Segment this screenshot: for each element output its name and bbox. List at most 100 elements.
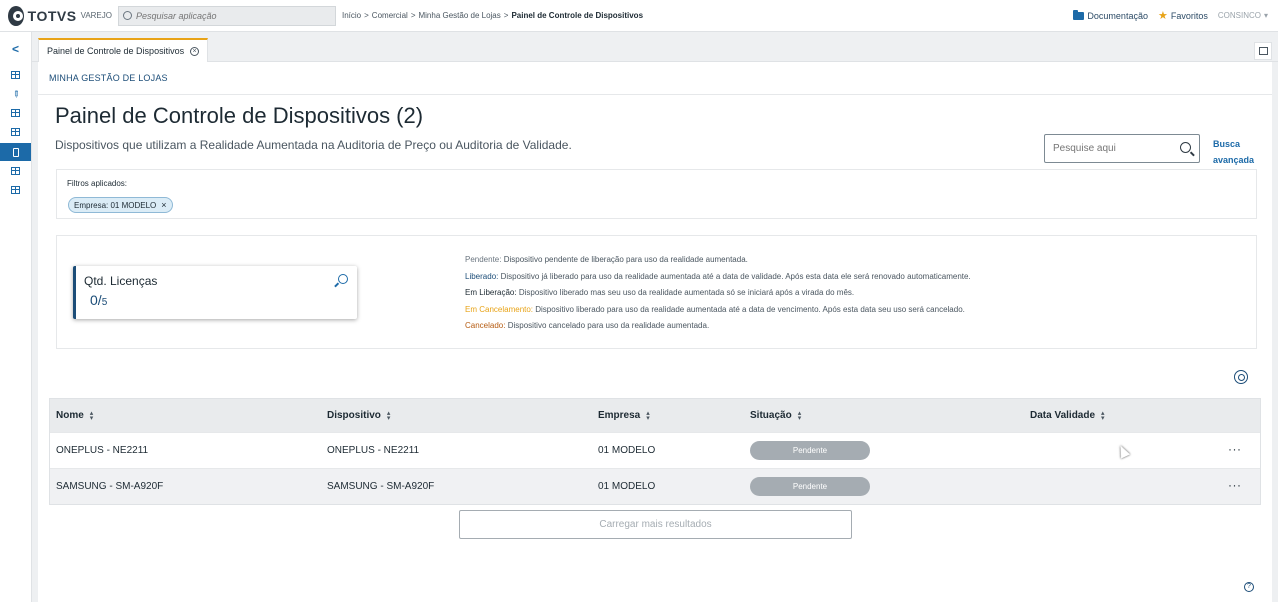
breadcrumb-sep: > [410,11,416,20]
license-total: 5 [101,297,108,308]
folder-icon [1073,9,1085,20]
table-icon [11,128,20,136]
legend-text: Dispositivo pendente de liberação para u… [501,255,748,264]
sidebar-item-4[interactable] [0,162,31,180]
table-header: Nome ▴ ▾ Dispositivo ▴ ▾ Empresa ▴ ▾ Situação ▴… [50,399,1260,432]
column-header-dispositivo[interactable]: Dispositivo ▴ ▾ [327,409,391,422]
row-actions-button[interactable]: ··· [1228,442,1242,456]
column-header-nome[interactable]: Nome ▴ ▾ [56,409,94,422]
section-title: MINHA GESTÃO DE LOJAS [49,73,168,83]
app-search[interactable] [118,5,336,26]
cell-empresa: 01 MODELO [598,481,656,492]
filters-label: Filtros aplicados: [67,179,128,188]
load-more-button[interactable]: Carregar mais resultados [459,510,852,539]
sidebar-item-5[interactable] [0,181,31,199]
legend-text: Dispositivo já liberado para uso da real… [498,271,971,281]
app-search-input[interactable] [136,10,326,21]
sidebar-item-3[interactable] [0,123,31,141]
column-header-empresa[interactable]: Empresa ▴ ▾ [598,410,650,422]
scrollbar[interactable] [1272,62,1278,602]
status-badge: Pendente [750,441,870,460]
table-row[interactable]: SAMSUNG - SM-A920F SAMSUNG - SM-A920F 01… [50,468,1260,504]
chevron-down-icon: ▾ [1263,11,1268,20]
divider [38,94,1272,95]
top-right-links: Documentação ★ Favoritos CONSINCO ▾ [1063,9,1268,22]
page-subtitle: Dispositivos que utilizam a Realidade Au… [55,138,572,152]
column-label: Empresa [598,410,641,421]
license-title: Qtd. Licenças [84,274,158,288]
tab-painel-dispositivos[interactable]: Painel de Controle de Dispositivos × [38,38,209,62]
tenant-selector[interactable]: CONSINCO ▾ [1218,11,1268,20]
table-icon [11,71,20,79]
sidebar-item-1[interactable] [0,66,31,84]
brand-logo[interactable]: TOTVS VAREJO [8,5,112,26]
totvs-logo-icon [8,5,24,26]
legend-text: Dispositivo cancelado para uso da realid… [505,321,710,330]
sort-icon: ▴ ▾ [386,409,391,422]
breadcrumb-item-comercial[interactable]: Comercial [372,11,408,20]
breadcrumb: Início > Comercial > Minha Gestão de Loj… [342,11,643,20]
pin-icon: ✎ [9,87,23,100]
status-badge: Pendente [750,477,870,496]
sort-icon: ▴ ▾ [797,409,802,422]
sidebar-item-pin[interactable]: ✎ [0,85,31,103]
tab-menu-button[interactable] [1254,42,1272,60]
sort-icon: ▴ ▾ [89,409,94,422]
legend-text: Dispositivo liberado mas seu uso da real… [516,288,855,297]
search-field[interactable] [1044,134,1200,163]
cell-nome: ONEPLUS - NE2211 [56,445,149,456]
help-icon[interactable]: ? [1244,582,1254,592]
search-input[interactable] [1053,143,1173,154]
brand-sub: VAREJO [80,11,112,20]
advanced-search-link[interactable]: Busca avançada [1213,136,1254,168]
legend-key: Em Liberação: [465,288,517,297]
filter-chip-empresa: Empresa: 01 MODELO × [68,197,173,213]
column-label: Situação [750,410,792,421]
sort-icon: ▴ ▾ [1101,409,1105,422]
legend-key: Liberado: [465,271,499,281]
filter-chip-label: Empresa: 01 MODELO [74,200,157,210]
brand-name: TOTVS [27,7,77,24]
search-icon [123,11,132,20]
search-icon[interactable] [1180,142,1191,153]
table-row[interactable]: ONEPLUS - NE2211 ONEPLUS - NE2211 01 MOD… [50,432,1260,468]
cell-nome: SAMSUNG - SM-A920F [56,481,164,492]
column-header-data-validade[interactable]: Data Validade ▴ ▾ [1030,409,1105,422]
sidebar-item-devices[interactable] [0,143,31,161]
page-title: Painel de Controle de Dispositivos (2) [55,103,424,128]
chevron-left-icon: < [11,42,19,56]
sidebar-item-2[interactable] [0,104,31,122]
legend-item: Cancelado: Dispositivo cancelado para us… [465,318,971,335]
breadcrumb-item-gestao[interactable]: Minha Gestão de Lojas [418,11,500,20]
documentation-link[interactable]: Documentação [1073,9,1148,21]
table-icon [11,167,20,175]
applied-filters: Filtros aplicados: Empresa: 01 MODELO × [56,169,1257,219]
advanced-search-line2: avançada [1213,155,1255,165]
legend-key: Pendente: [465,255,502,264]
legend-item: Em Cancelamento: Dispositivo liberado pa… [465,302,971,319]
legend-text: Dispositivo liberado para uso da realida… [533,304,965,314]
tab-label: Painel de Controle de Dispositivos [47,46,185,56]
gear-icon[interactable] [1234,370,1248,384]
close-icon[interactable]: × [190,46,200,56]
search-icon[interactable] [338,274,348,284]
license-used: 0/ [90,292,102,308]
column-header-situacao[interactable]: Situação ▴ ▾ [750,409,802,422]
table-icon [11,109,20,117]
table-icon [11,186,20,194]
cell-empresa: 01 MODELO [598,445,656,456]
breadcrumb-item-inicio[interactable]: Início [342,11,361,20]
breadcrumb-sep: > [364,11,369,20]
legend-item: Pendente: Dispositivo pendente de libera… [465,252,971,269]
window-icon [1258,47,1268,55]
license-value: 0/5 [90,292,107,308]
legend-key: Cancelado: [465,321,506,330]
column-label: Nome [56,410,84,421]
close-icon[interactable]: × [161,200,166,210]
collapse-sidebar-button[interactable]: < [0,40,31,58]
favorites-link[interactable]: ★ Favoritos [1158,9,1208,22]
status-legend: Pendente: Dispositivo pendente de libera… [465,252,971,335]
star-icon: ★ [1157,10,1168,22]
breadcrumb-sep: > [503,11,509,20]
row-actions-button[interactable]: ··· [1228,478,1242,492]
